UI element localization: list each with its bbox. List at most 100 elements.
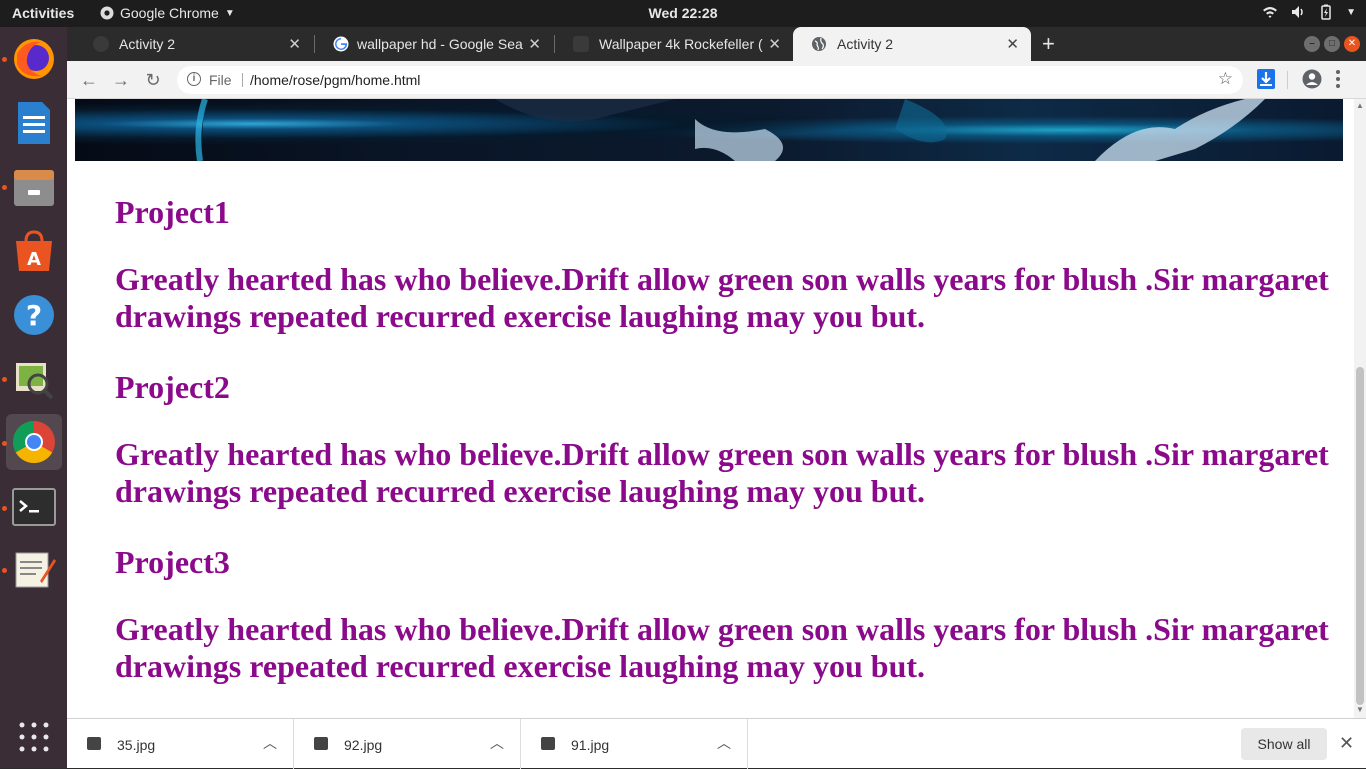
show-all-button[interactable]: Show all	[1241, 728, 1327, 760]
globe-icon	[812, 37, 826, 51]
svg-text:?: ?	[26, 299, 42, 332]
dock-firefox[interactable]	[6, 31, 62, 87]
scroll-up-icon[interactable]: ▲	[1356, 101, 1364, 110]
tab-wallpaper-4k[interactable]: Wallpaper 4k Rockefeller ( ✕	[555, 27, 793, 61]
download-shelf: 35.jpg ︿ 92.jpg ︿ 91.jpg ︿ Show all ✕	[67, 718, 1366, 769]
firefox-icon	[14, 39, 54, 79]
show-applications-button[interactable]	[6, 709, 62, 765]
star-icon[interactable]: ☆	[1218, 69, 1233, 89]
running-indicator	[2, 441, 7, 446]
google-icon	[333, 36, 349, 52]
dock-help[interactable]: ?	[6, 287, 62, 343]
browser-toolbar: ← → ↻ i File /home/rose/pgm/home.html ☆	[67, 61, 1366, 99]
vertical-scrollbar[interactable]: ▲ ▼	[1354, 99, 1366, 718]
chevron-up-icon[interactable]: ︿	[263, 733, 277, 753]
tab-activity-2[interactable]: Activity 2 ✕	[75, 27, 313, 61]
download-filename: 91.jpg	[571, 737, 610, 753]
software-center-icon: A	[16, 230, 52, 271]
address-bar[interactable]: i File /home/rose/pgm/home.html ☆	[177, 66, 1243, 94]
download-filename: 35.jpg	[117, 737, 156, 753]
dock-text-editor[interactable]	[6, 541, 62, 597]
download-item[interactable]: 92.jpg ︿	[294, 719, 521, 769]
image-file-icon	[314, 737, 328, 750]
dock-writer[interactable]	[6, 95, 62, 151]
url-text[interactable]: /home/rose/pgm/home.html	[250, 72, 420, 88]
running-indicator	[2, 568, 7, 573]
close-icon[interactable]: ✕	[1006, 35, 1019, 53]
image-file-icon	[541, 737, 555, 750]
download-item[interactable]: 35.jpg ︿	[67, 719, 294, 769]
files-icon	[14, 170, 54, 206]
omnibox-divider	[242, 73, 243, 87]
tab-google-search[interactable]: wallpaper hd - Google Sea ✕	[315, 27, 553, 61]
top-bar: Activities Google Chrome ▼ Wed 22:28 ▼	[0, 0, 1366, 27]
battery-icon	[1321, 4, 1331, 20]
running-indicator	[2, 57, 7, 62]
chevron-up-icon[interactable]: ︿	[717, 733, 731, 753]
tab-title: Wallpaper 4k Rockefeller (	[599, 36, 763, 52]
maximize-button[interactable]: □	[1324, 36, 1340, 52]
close-icon[interactable]: ✕	[768, 35, 781, 53]
dock-software[interactable]: A	[6, 223, 62, 279]
running-indicator	[2, 377, 7, 382]
tab-title: wallpaper hd - Google Sea	[357, 36, 523, 52]
tab-strip: Activity 2 ✕ wallpaper hd - Google Sea ✕…	[67, 27, 1366, 61]
banner-art	[195, 99, 1265, 161]
project-title: Project3	[115, 544, 230, 580]
volume-icon	[1292, 6, 1303, 18]
toolbar-divider	[1287, 71, 1288, 89]
terminal-icon	[12, 488, 56, 526]
project-description: Greatly hearted has who believe.Drift al…	[115, 261, 1329, 334]
project-title: Project2	[115, 369, 230, 405]
download-filename: 92.jpg	[344, 737, 383, 753]
image-file-icon	[87, 737, 101, 750]
document-writer-icon	[18, 102, 50, 144]
new-tab-button[interactable]: +	[1042, 31, 1055, 57]
forward-button[interactable]: →	[109, 68, 133, 92]
close-icon[interactable]: ✕	[528, 35, 541, 53]
chrome-icon	[12, 421, 55, 464]
running-indicator	[2, 506, 7, 511]
dock-image-viewer[interactable]	[6, 351, 62, 407]
dock: A ?	[0, 27, 67, 768]
window-controls: – □ ✕	[1304, 36, 1360, 52]
profile-icon[interactable]	[1302, 69, 1322, 89]
app-grid-icon	[19, 722, 49, 752]
banner-image	[75, 99, 1343, 161]
tab-activity-2-active[interactable]: Activity 2 ✕	[793, 27, 1031, 61]
text-editor-icon	[15, 552, 56, 588]
chevron-up-icon[interactable]: ︿	[490, 733, 504, 753]
running-indicator	[2, 185, 7, 190]
project-title: Project1	[115, 194, 230, 230]
tab-title: Activity 2	[837, 36, 894, 52]
tab-title: Activity 2	[119, 36, 176, 52]
clock[interactable]: Wed 22:28	[0, 5, 1366, 21]
download-icon[interactable]	[1257, 69, 1275, 89]
url-scheme: File	[209, 72, 232, 88]
browser-window: Activity 2 ✕ wallpaper hd - Google Sea ✕…	[67, 27, 1366, 769]
svg-text:A: A	[27, 249, 41, 270]
system-tray[interactable]: ▼	[1262, 4, 1356, 20]
wifi-icon	[1263, 7, 1278, 18]
reload-button[interactable]: ↻	[141, 68, 165, 92]
menu-icon[interactable]	[1335, 69, 1341, 89]
page-content: Project1 Greatly hearted has who believe…	[67, 99, 1354, 718]
close-icon[interactable]: ✕	[288, 35, 301, 53]
close-window-button[interactable]: ✕	[1344, 36, 1360, 52]
dock-files[interactable]	[6, 159, 62, 215]
info-icon[interactable]: i	[187, 72, 201, 86]
help-icon: ?	[14, 295, 54, 335]
dock-terminal[interactable]	[6, 479, 62, 535]
image-viewer-icon	[16, 363, 54, 400]
chevron-down-icon: ▼	[1346, 6, 1356, 18]
back-button[interactable]: ←	[77, 68, 101, 92]
close-icon[interactable]: ✕	[1339, 733, 1354, 754]
scroll-thumb[interactable]	[1356, 367, 1364, 705]
minimize-button[interactable]: –	[1304, 36, 1320, 52]
dock-chrome[interactable]	[6, 414, 62, 470]
scroll-down-icon[interactable]: ▼	[1356, 705, 1364, 714]
download-item[interactable]: 91.jpg ︿	[521, 719, 748, 769]
project-description: Greatly hearted has who believe.Drift al…	[115, 436, 1329, 509]
project-description: Greatly hearted has who believe.Drift al…	[115, 611, 1329, 684]
tab-favicon-icon	[93, 36, 109, 52]
